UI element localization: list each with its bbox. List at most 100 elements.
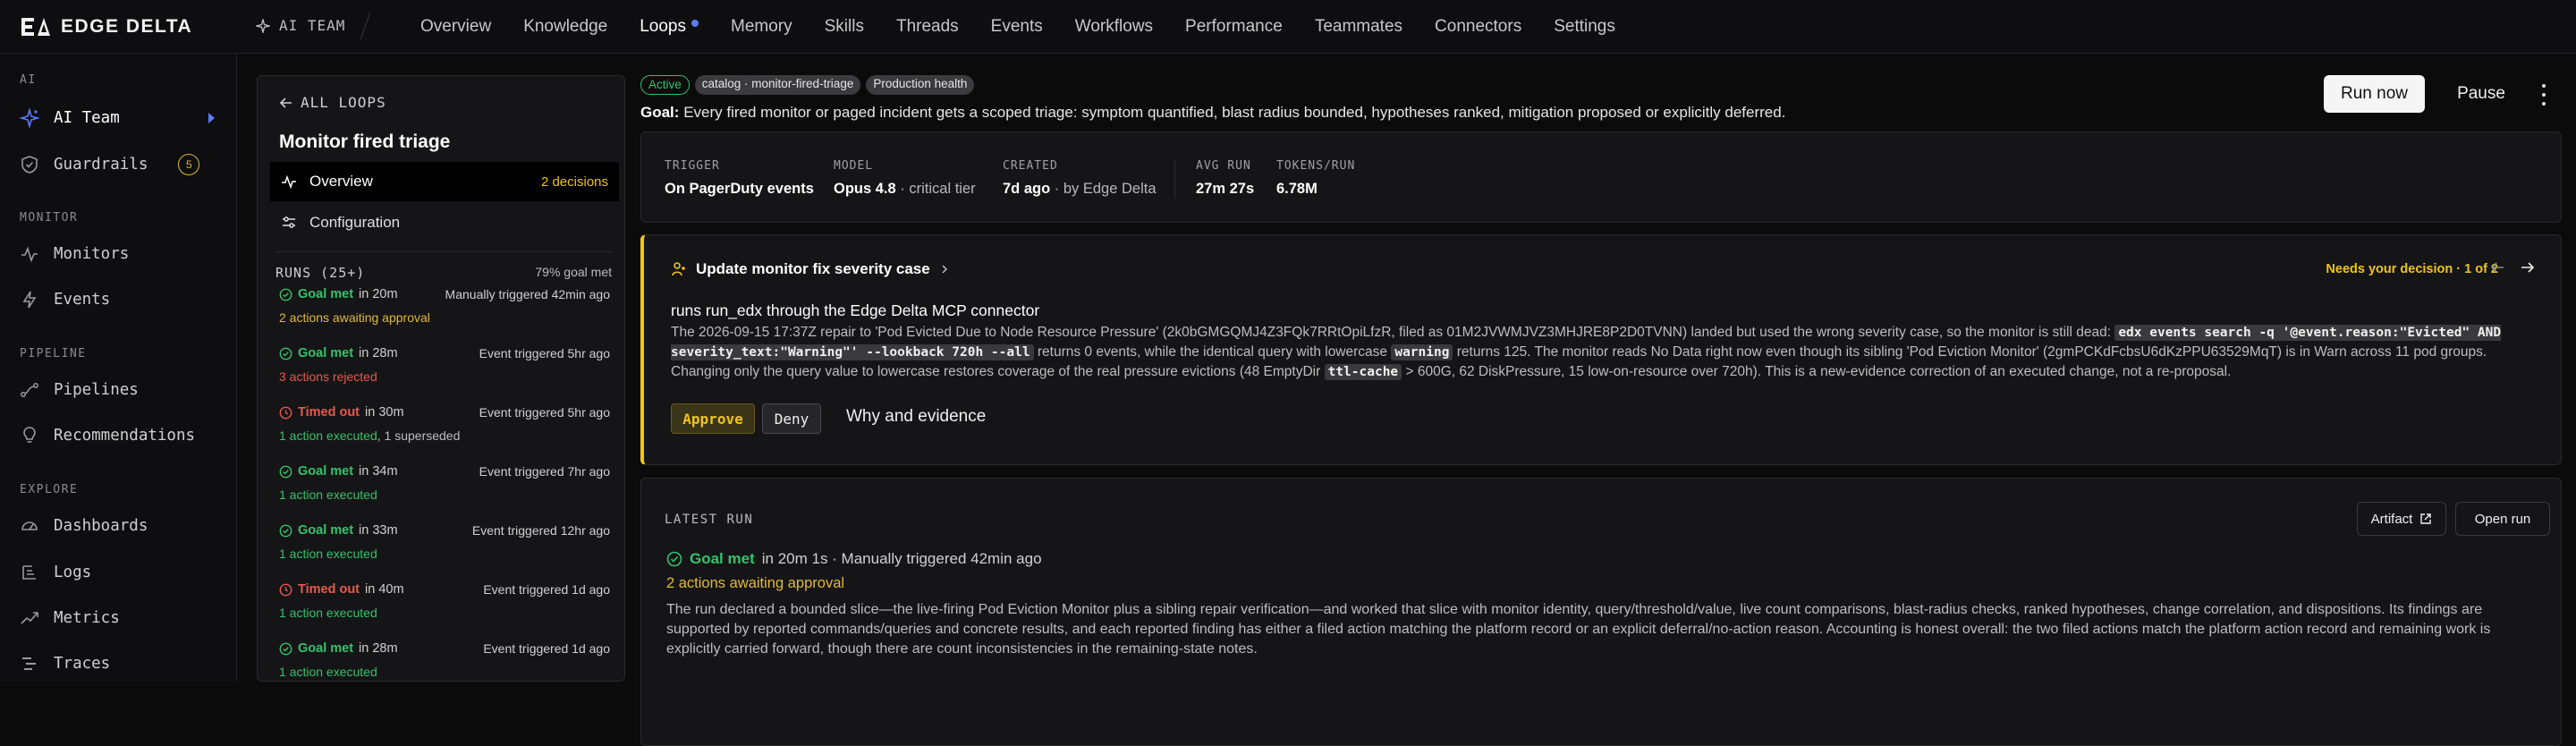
loop-meta-card: TRIGGER On PagerDuty events MODEL Opus 4… [640,131,2562,223]
run-trigger: Event triggered 1d ago [483,641,610,656]
decision-text: returns 0 events, while the identical qu… [1033,344,1392,360]
run-list-item[interactable]: Goal met in 34m Event triggered 7hr ago 1 a… [279,464,610,523]
nav-memory[interactable]: Memory [715,0,809,54]
latest-run-label: LATEST RUN [665,513,754,527]
tab-label: Overview [309,173,373,190]
decision-title[interactable]: Update monitor fix severity case [671,260,950,278]
sidebar-item-recommendations[interactable]: Recommendations [20,418,225,454]
run-summary-part: 2 actions awaiting approval [279,310,430,325]
run-list-item[interactable]: Goal met in 28m Event triggered 5hr ago 3 a… [279,346,610,405]
nav-loops[interactable]: Loops [623,0,715,54]
runs-title: RUNS (25+) [275,265,366,281]
deny-button[interactable]: Deny [762,403,821,434]
why-and-evidence-button[interactable]: Why and evidence [846,407,986,427]
sidebar-section-pipeline: PIPELINE [20,347,87,360]
nav-label: Events [990,17,1043,36]
sidebar-item-pipelines[interactable]: Pipelines [20,372,225,408]
sidebar-item-logs[interactable]: Logs [20,555,225,590]
run-status: Goal met [298,464,354,479]
code-snippet: ttl-cache [1324,364,1402,380]
run-status: Timed out [298,405,360,420]
nav-skills[interactable]: Skills [809,0,880,54]
run-list-item[interactable]: Timed out in 40m Event triggered 1d ago 1 a… [279,582,610,641]
top-bar: EDGE DELTA AI TEAM Overview Knowledge Lo… [0,0,2576,54]
approve-button[interactable]: Approve [671,403,755,434]
guardrails-count-badge: 5 [178,154,200,175]
more-options-icon[interactable] [2535,84,2553,106]
run-status: Timed out [298,582,360,597]
check-circle-icon [279,288,292,301]
arrow-left-icon[interactable] [2489,259,2505,276]
nav-performance[interactable]: Performance [1169,0,1299,54]
arrow-right-icon[interactable] [2520,259,2536,276]
run-summary: 2 actions awaiting approval [279,310,610,325]
all-loops-link[interactable]: ALL LOOPS [279,94,386,111]
code-snippet: warning [1391,344,1453,360]
nav-connectors[interactable]: Connectors [1419,0,1538,54]
nav-threads[interactable]: Threads [880,0,975,54]
meta-avg-run: AVG RUN 27m 27s [1196,159,1254,198]
nav-label: Threads [895,17,959,36]
decision-title-text: Update monitor fix severity case [696,260,930,277]
nav-label: Connectors [1435,17,1522,36]
nav-workflows[interactable]: Workflows [1059,0,1169,54]
sparkle-icon [20,108,39,128]
artifact-button[interactable]: Artifact [2357,502,2446,536]
run-summary: 3 actions rejected [279,369,610,384]
run-now-button[interactable]: Run now [2324,75,2425,113]
sidebar-item-metrics[interactable]: Metrics [20,600,225,636]
run-list-item[interactable]: Goal met in 33m Event triggered 12hr ago 1 … [279,523,610,582]
meta-value: On PagerDuty events [665,181,814,198]
tab-overview[interactable]: Overview 2 decisions [270,162,619,201]
nav-knowledge[interactable]: Knowledge [507,0,623,54]
meta-label: CREATED [1003,159,1058,173]
sidebar-item-events[interactable]: Events [20,282,225,318]
sidebar-item-label: Dashboards [54,517,148,535]
breadcrumb[interactable]: AI TEAM [256,17,345,34]
pause-button[interactable]: Pause [2445,75,2517,113]
run-summary: 1 action executed [279,665,610,679]
external-link-icon [2420,513,2432,524]
goal-line: Goal: Every fired monitor or paged incid… [640,104,1785,122]
meta-label: TRIGGER [665,159,720,173]
nav-events[interactable]: Events [975,0,1059,54]
run-list-item[interactable]: Goal met in 20m Manually triggered 42min a… [279,287,610,346]
tokens-value: 6.78M [1276,181,1318,197]
decision-pager [2489,259,2536,276]
nav-teammates[interactable]: Teammates [1299,0,1419,54]
lightbulb-icon [23,427,36,443]
nav-label: Knowledge [523,17,608,36]
nav-overview[interactable]: Overview [404,0,507,54]
run-list-item[interactable]: Timed out in 30m Event triggered 5hr ago 1 … [279,405,610,464]
logs-icon [22,565,36,580]
sidebar-item-ai-team[interactable]: AI Team [20,100,225,136]
run-duration: in 28m [359,641,398,656]
decisions-count: 2 decisions [540,174,608,190]
decision-subtitle: runs run_edx through the Edge Delta MCP … [671,301,1040,319]
brand-name: EDGE DELTA [61,16,193,37]
loop-tags: Active catalog · monitor-fired-triage Pr… [640,75,979,95]
sidebar-item-dashboards[interactable]: Dashboards [20,508,225,544]
breadcrumb-section: AI TEAM [279,17,346,34]
sidebar-item-traces[interactable]: Traces [20,646,225,682]
run-summary: 1 action executed [279,547,610,561]
decision-body: The 2026-09-15 17:37Z repair to 'Pod Evi… [671,323,2540,382]
run-list-item[interactable]: Goal met in 28m Event triggered 1d ago 1 ac… [279,641,610,681]
run-trigger: Event triggered 12hr ago [471,523,610,538]
logo[interactable]: EDGE DELTA [20,16,192,38]
sidebar-item-guardrails[interactable]: Guardrails 5 [20,147,225,182]
sidebar-item-label: Recommendations [54,427,196,445]
sidebar-item-label: Metrics [54,609,120,627]
runs-header: RUNS (25+) 79% goal met [275,251,612,281]
model-value: Opus 4.8 [834,181,896,197]
nav-settings[interactable]: Settings [1538,0,1631,54]
sidebar-item-monitors[interactable]: Monitors [20,236,225,272]
bolt-icon [22,291,37,309]
tab-configuration[interactable]: Configuration [270,203,619,242]
run-duration: in 33m [359,523,398,538]
sidebar-item-label: Monitors [54,245,130,263]
run-summary-part: 1 action executed [279,487,377,502]
nav-label: Skills [824,17,864,36]
check-circle-icon [666,551,682,567]
open-run-button[interactable]: Open run [2455,502,2550,536]
